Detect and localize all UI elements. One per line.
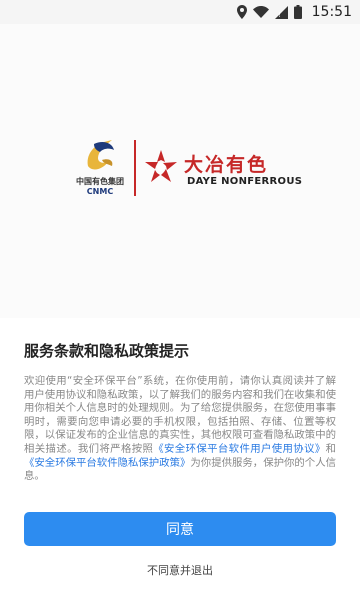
brand-logos: 中国有色集团 CNMC 大冶有色 DAYE NONFERROUS: [0, 136, 360, 200]
cnmc-mark-icon: [82, 136, 118, 178]
privacy-policy-link[interactable]: 《安全环保平台软件隐私保护政策》: [24, 457, 190, 469]
cnmc-name-cn: 中国有色集团: [76, 177, 124, 186]
user-agreement-link[interactable]: 《安全环保平台软件用户使用协议》: [153, 443, 325, 455]
dialog-body-and: 和: [325, 442, 337, 455]
wifi-icon: [252, 6, 269, 18]
status-icons: ! 15:51: [236, 0, 352, 24]
disagree-exit-button[interactable]: 不同意并退出: [0, 562, 360, 578]
agree-button[interactable]: 同意: [24, 512, 336, 546]
daye-name-en: DAYE NONFERROUS: [187, 176, 303, 187]
cnmc-logo: 中国有色集团 CNMC: [70, 136, 130, 200]
battery-icon: [293, 5, 302, 19]
svg-text:!: !: [278, 11, 281, 19]
daye-star-icon: [142, 148, 180, 190]
privacy-dialog: 服务条款和隐私政策提示 欢迎使用“安全环保平台”系统，在你使用前，请你认真阅读并…: [0, 318, 360, 600]
location-icon: [236, 5, 247, 19]
status-time: 15:51: [311, 4, 352, 20]
logo-divider: [134, 140, 136, 196]
daye-name-cn: 大冶有色: [184, 154, 269, 176]
dialog-body: 欢迎使用“安全环保平台”系统，在你使用前，请你认真阅读并了解用户使用协议和隐私政…: [24, 375, 336, 484]
cellular-signal-icon: !: [274, 5, 288, 19]
dialog-title: 服务条款和隐私政策提示: [24, 342, 190, 360]
cnmc-name-en: CNMC: [86, 187, 114, 196]
status-bar: ! 15:51: [0, 0, 360, 24]
